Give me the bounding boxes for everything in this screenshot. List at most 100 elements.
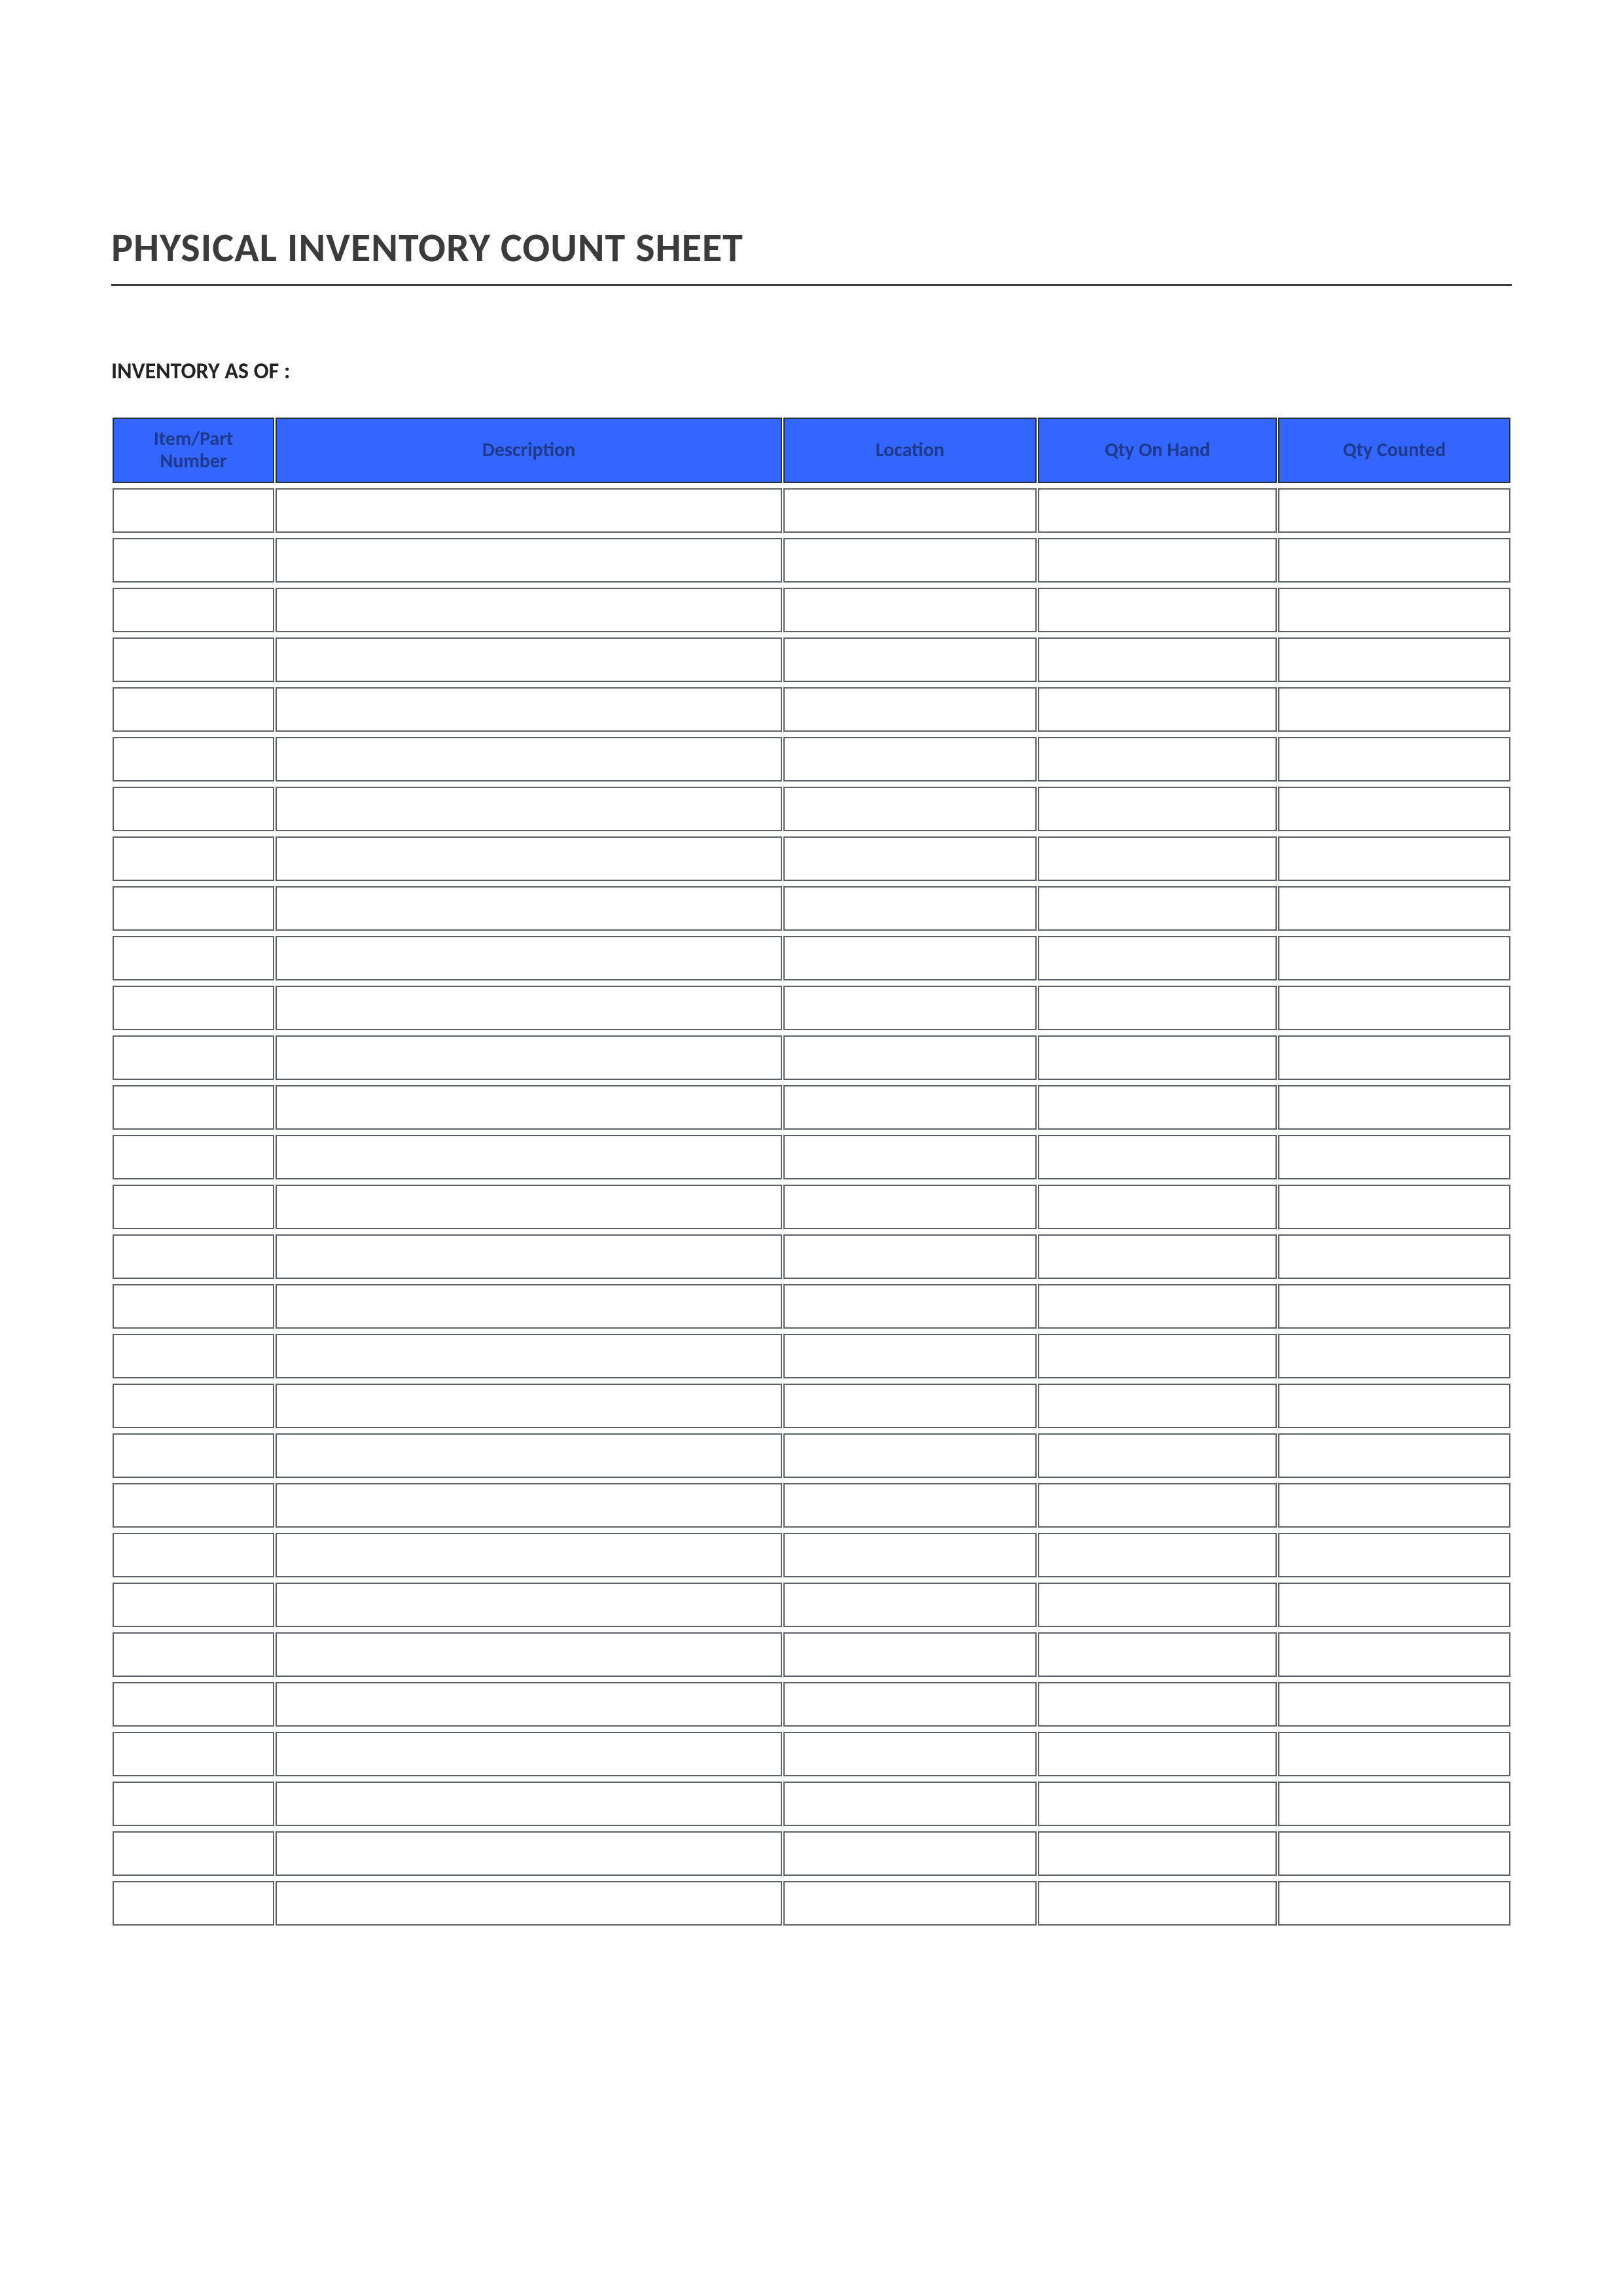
cell-qty_on_hand[interactable] xyxy=(1038,986,1277,1030)
cell-item[interactable] xyxy=(113,1185,274,1229)
cell-location[interactable] xyxy=(783,637,1037,682)
cell-item[interactable] xyxy=(113,1533,274,1577)
cell-description[interactable] xyxy=(276,1533,782,1577)
cell-item[interactable] xyxy=(113,1483,274,1528)
cell-location[interactable] xyxy=(783,1284,1037,1329)
cell-item[interactable] xyxy=(113,538,274,583)
cell-qty_counted[interactable] xyxy=(1278,1234,1510,1279)
cell-description[interactable] xyxy=(276,1782,782,1826)
cell-item[interactable] xyxy=(113,687,274,732)
cell-item[interactable] xyxy=(113,1433,274,1478)
cell-qty_on_hand[interactable] xyxy=(1038,538,1277,583)
cell-location[interactable] xyxy=(783,538,1037,583)
cell-description[interactable] xyxy=(276,1284,782,1329)
cell-item[interactable] xyxy=(113,787,274,831)
cell-description[interactable] xyxy=(276,637,782,682)
cell-qty_counted[interactable] xyxy=(1278,1682,1510,1727)
cell-item[interactable] xyxy=(113,637,274,682)
cell-qty_counted[interactable] xyxy=(1278,1831,1510,1876)
cell-qty_on_hand[interactable] xyxy=(1038,1234,1277,1279)
cell-location[interactable] xyxy=(783,1185,1037,1229)
cell-description[interactable] xyxy=(276,936,782,980)
cell-location[interactable] xyxy=(783,1533,1037,1577)
cell-qty_on_hand[interactable] xyxy=(1038,1284,1277,1329)
cell-item[interactable] xyxy=(113,1632,274,1677)
cell-qty_on_hand[interactable] xyxy=(1038,1085,1277,1130)
cell-description[interactable] xyxy=(276,1384,782,1428)
cell-item[interactable] xyxy=(113,1583,274,1627)
cell-qty_on_hand[interactable] xyxy=(1038,1881,1277,1926)
cell-item[interactable] xyxy=(113,1234,274,1279)
cell-description[interactable] xyxy=(276,886,782,931)
cell-description[interactable] xyxy=(276,1234,782,1279)
cell-location[interactable] xyxy=(783,1831,1037,1876)
cell-qty_counted[interactable] xyxy=(1278,1881,1510,1926)
cell-qty_on_hand[interactable] xyxy=(1038,637,1277,682)
cell-qty_on_hand[interactable] xyxy=(1038,936,1277,980)
cell-qty_counted[interactable] xyxy=(1278,1732,1510,1776)
cell-description[interactable] xyxy=(276,1881,782,1926)
cell-location[interactable] xyxy=(783,588,1037,632)
cell-qty_counted[interactable] xyxy=(1278,637,1510,682)
cell-location[interactable] xyxy=(783,1135,1037,1179)
cell-description[interactable] xyxy=(276,1583,782,1627)
cell-qty_counted[interactable] xyxy=(1278,1583,1510,1627)
cell-qty_counted[interactable] xyxy=(1278,886,1510,931)
cell-item[interactable] xyxy=(113,1682,274,1727)
cell-qty_on_hand[interactable] xyxy=(1038,1035,1277,1080)
cell-qty_counted[interactable] xyxy=(1278,538,1510,583)
cell-qty_on_hand[interactable] xyxy=(1038,1185,1277,1229)
cell-qty_on_hand[interactable] xyxy=(1038,886,1277,931)
cell-description[interactable] xyxy=(276,588,782,632)
cell-qty_on_hand[interactable] xyxy=(1038,1334,1277,1378)
cell-qty_counted[interactable] xyxy=(1278,737,1510,781)
cell-location[interactable] xyxy=(783,1782,1037,1826)
cell-description[interactable] xyxy=(276,1483,782,1528)
cell-qty_on_hand[interactable] xyxy=(1038,1632,1277,1677)
cell-location[interactable] xyxy=(783,1583,1037,1627)
cell-item[interactable] xyxy=(113,488,274,533)
cell-item[interactable] xyxy=(113,1782,274,1826)
cell-qty_on_hand[interactable] xyxy=(1038,836,1277,881)
cell-location[interactable] xyxy=(783,1234,1037,1279)
cell-location[interactable] xyxy=(783,1881,1037,1926)
cell-location[interactable] xyxy=(783,687,1037,732)
cell-qty_on_hand[interactable] xyxy=(1038,1533,1277,1577)
cell-qty_on_hand[interactable] xyxy=(1038,687,1277,732)
cell-item[interactable] xyxy=(113,1334,274,1378)
cell-qty_counted[interactable] xyxy=(1278,836,1510,881)
cell-location[interactable] xyxy=(783,1483,1037,1528)
cell-item[interactable] xyxy=(113,1035,274,1080)
cell-qty_on_hand[interactable] xyxy=(1038,1732,1277,1776)
cell-qty_counted[interactable] xyxy=(1278,1483,1510,1528)
cell-description[interactable] xyxy=(276,986,782,1030)
cell-qty_counted[interactable] xyxy=(1278,588,1510,632)
cell-description[interactable] xyxy=(276,836,782,881)
cell-description[interactable] xyxy=(276,1433,782,1478)
cell-item[interactable] xyxy=(113,1831,274,1876)
cell-item[interactable] xyxy=(113,1135,274,1179)
cell-qty_counted[interactable] xyxy=(1278,1632,1510,1677)
cell-qty_counted[interactable] xyxy=(1278,1085,1510,1130)
cell-qty_counted[interactable] xyxy=(1278,1782,1510,1826)
cell-qty_on_hand[interactable] xyxy=(1038,1135,1277,1179)
cell-location[interactable] xyxy=(783,936,1037,980)
cell-location[interactable] xyxy=(783,886,1037,931)
cell-location[interactable] xyxy=(783,787,1037,831)
cell-item[interactable] xyxy=(113,588,274,632)
cell-qty_counted[interactable] xyxy=(1278,1035,1510,1080)
cell-description[interactable] xyxy=(276,1085,782,1130)
cell-description[interactable] xyxy=(276,1831,782,1876)
cell-item[interactable] xyxy=(113,986,274,1030)
cell-location[interactable] xyxy=(783,1334,1037,1378)
cell-qty_counted[interactable] xyxy=(1278,787,1510,831)
cell-location[interactable] xyxy=(783,737,1037,781)
cell-description[interactable] xyxy=(276,1632,782,1677)
cell-item[interactable] xyxy=(113,1732,274,1776)
cell-item[interactable] xyxy=(113,1085,274,1130)
cell-description[interactable] xyxy=(276,1732,782,1776)
cell-qty_counted[interactable] xyxy=(1278,687,1510,732)
cell-location[interactable] xyxy=(783,1682,1037,1727)
cell-item[interactable] xyxy=(113,836,274,881)
cell-location[interactable] xyxy=(783,1632,1037,1677)
